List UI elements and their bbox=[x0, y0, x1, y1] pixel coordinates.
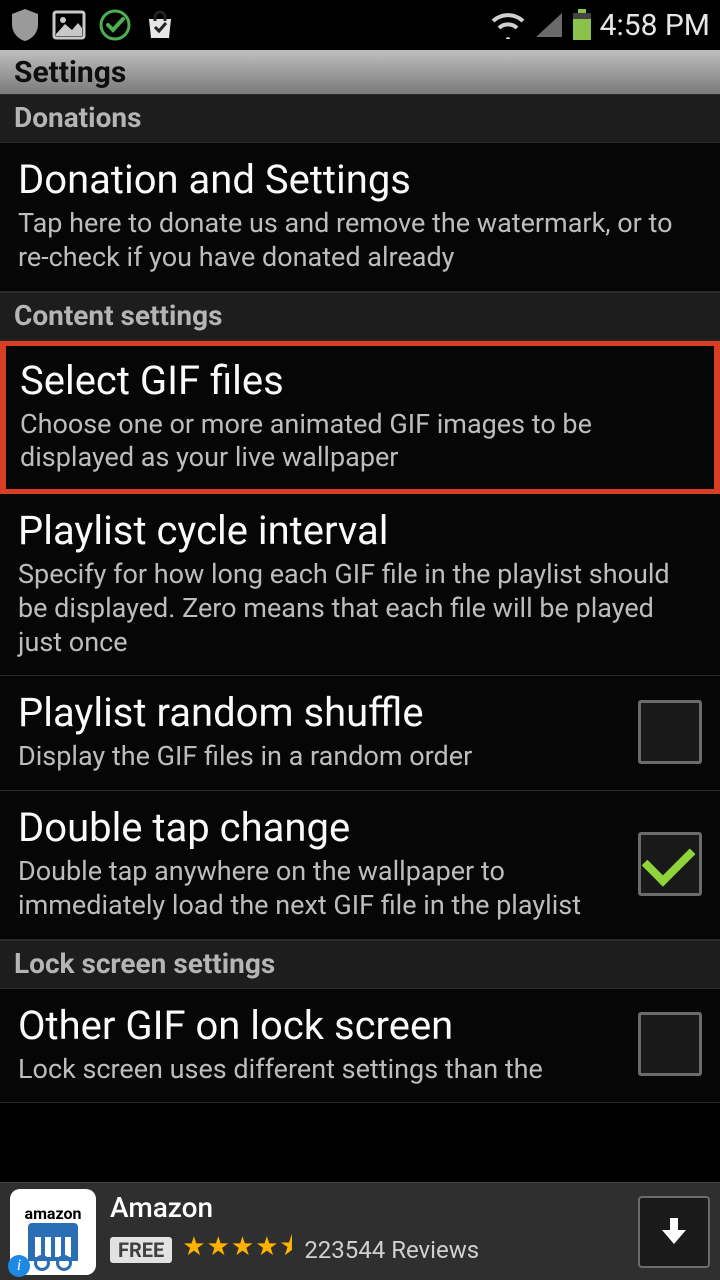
info-icon: i bbox=[8, 1255, 30, 1277]
row-desc: Double tap anywhere on the wallpaper to … bbox=[18, 855, 618, 923]
row-lock-other-gif[interactable]: Other GIF on lock screen Lock screen use… bbox=[0, 989, 720, 1104]
settings-screen: Settings Donations Donation and Settings… bbox=[0, 50, 720, 1280]
ad-app-icon: amazon i bbox=[10, 1189, 96, 1275]
ad-title: Amazon bbox=[110, 1191, 624, 1224]
row-title: Donation and Settings bbox=[18, 157, 702, 203]
checkbox-double-tap[interactable] bbox=[638, 832, 702, 896]
row-double-tap[interactable]: Double tap change Double tap anywhere on… bbox=[0, 791, 720, 940]
checkbox-random-shuffle[interactable] bbox=[638, 700, 702, 764]
row-donation-settings[interactable]: Donation and Settings Tap here to donate… bbox=[0, 143, 720, 292]
row-title: Select GIF files bbox=[20, 358, 700, 404]
section-lockscreen-header: Lock screen settings bbox=[0, 940, 720, 989]
battery-icon bbox=[572, 9, 592, 41]
section-donations-header: Donations bbox=[0, 94, 720, 143]
ad-reviews: 223544 Reviews bbox=[304, 1236, 479, 1264]
status-bar: 4:58 PM bbox=[0, 0, 720, 50]
cell-signal-icon bbox=[534, 11, 564, 39]
row-desc: Display the GIF files in a random order bbox=[18, 740, 618, 774]
row-desc: Specify for how long each GIF file in th… bbox=[18, 558, 702, 659]
check-circle-icon bbox=[98, 8, 132, 42]
status-left bbox=[10, 8, 176, 42]
shopping-bag-icon bbox=[144, 9, 176, 41]
ad-body: Amazon FREE ★★★★⯨ 223544 Reviews bbox=[110, 1191, 624, 1272]
page-title: Settings bbox=[0, 50, 720, 94]
ad-stars: ★★★★⯨ bbox=[182, 1228, 294, 1272]
download-icon bbox=[656, 1214, 692, 1250]
row-random-shuffle[interactable]: Playlist random shuffle Display the GIF … bbox=[0, 676, 720, 791]
row-title: Playlist random shuffle bbox=[18, 690, 618, 736]
status-time: 4:58 PM bbox=[600, 8, 710, 43]
section-content-header: Content settings bbox=[0, 292, 720, 341]
picture-icon bbox=[52, 10, 86, 40]
download-button[interactable] bbox=[638, 1196, 710, 1268]
row-title: Playlist cycle interval bbox=[18, 508, 702, 554]
wifi-icon bbox=[490, 11, 526, 39]
row-title: Double tap change bbox=[18, 805, 618, 851]
row-desc: Tap here to donate us and remove the wat… bbox=[18, 207, 702, 275]
shield-icon bbox=[10, 8, 40, 42]
row-desc: Choose one or more animated GIF images t… bbox=[20, 408, 700, 476]
row-cycle-interval[interactable]: Playlist cycle interval Specify for how … bbox=[0, 494, 720, 676]
checkbox-lock-other-gif[interactable] bbox=[638, 1012, 702, 1076]
ad-banner[interactable]: amazon i Amazon FREE ★★★★⯨ 223544 Review… bbox=[0, 1182, 720, 1280]
row-title: Other GIF on lock screen bbox=[18, 1003, 618, 1049]
status-right: 4:58 PM bbox=[490, 8, 710, 43]
row-desc: Lock screen uses different settings than… bbox=[18, 1053, 618, 1087]
row-select-gif[interactable]: Select GIF files Choose one or more anim… bbox=[0, 341, 720, 495]
ad-price-badge: FREE bbox=[110, 1237, 172, 1263]
